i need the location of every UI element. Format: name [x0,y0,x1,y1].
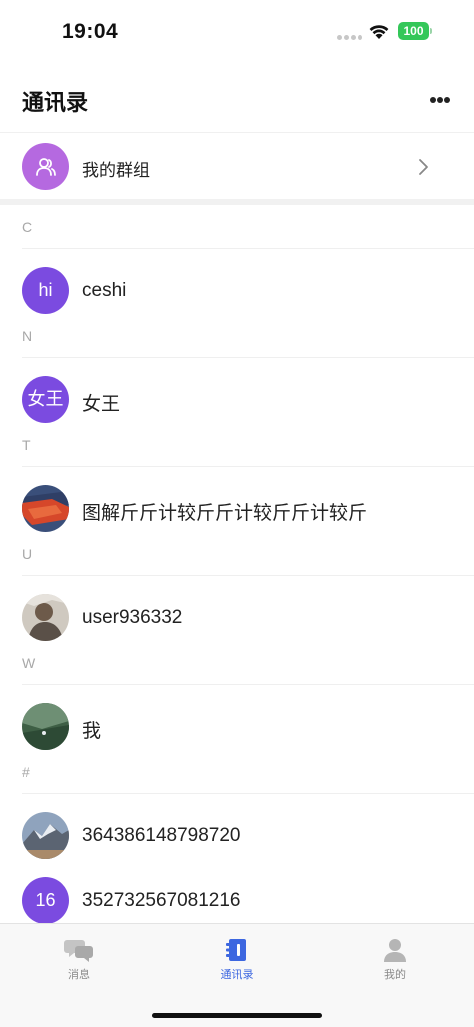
contact-row[interactable]: 图解斤斤计较斤斤计较斤斤计较斤 [0,476,474,542]
contact-row[interactable]: 我 [0,694,474,760]
contact-name: 364386148798720 [82,825,241,846]
section-letter-hash: # [22,764,30,780]
section-letter-t: T [22,437,31,453]
contact-name: user936332 [82,607,183,628]
avatar: hi [22,267,69,314]
header: 通讯录 [0,64,474,132]
tab-messages[interactable]: 消息 [0,924,158,994]
divider [22,357,474,358]
section-letter-u: U [22,546,33,562]
tab-me[interactable]: 我的 [316,924,474,994]
group-icon [22,143,69,190]
divider [22,684,474,685]
status-time: 19:04 [62,20,119,43]
avatar [22,812,69,859]
contact-name: ceshi [82,280,127,301]
cellular-signal-icon [337,35,362,41]
contact-name: 女王 [82,394,121,415]
chevron-right-icon [419,159,428,175]
contact-row[interactable]: hi ceshi [0,258,474,324]
tab-contacts[interactable]: 通讯录 [158,924,316,994]
contact-row[interactable]: 364386148798720 [0,803,474,869]
status-bar: 19:04 100 [0,0,474,64]
chat-bubbles-icon [64,940,93,962]
avatar [22,594,69,641]
contact-name: 352732567081216 [82,890,241,911]
avatar [22,485,69,532]
section-letter-w: W [22,655,36,671]
battery-icon: 100 [398,22,432,40]
section-separator [0,199,474,205]
my-groups-label: 我的群组 [82,161,150,180]
avatar [22,703,69,750]
more-horizontal-icon [430,97,436,103]
divider [22,466,474,467]
tab-label: 我的 [384,969,406,981]
my-groups-row[interactable]: 我的群组 [0,132,474,199]
contact-row[interactable]: user936332 [0,585,474,651]
page-title: 通讯录 [22,90,89,115]
section-letter-c: C [22,219,33,235]
divider [22,248,474,249]
avatar: 16 [22,877,69,924]
tab-bar: 消息 通讯录 我的 [0,923,474,1027]
home-indicator [152,1013,322,1018]
avatar: 女王 [22,376,69,423]
contacts-book-icon [226,939,246,961]
contact-name: 图解斤斤计较斤斤计较斤斤计较斤 [82,503,368,524]
more-button[interactable] [420,86,460,114]
section-letter-n: N [22,328,33,344]
contact-row[interactable]: 女王 女王 [0,367,474,433]
wifi-icon [369,25,389,39]
contact-name: 我 [82,721,102,742]
person-icon [384,939,406,962]
tab-label: 通讯录 [220,969,254,981]
battery-level: 100 [398,22,429,40]
divider [22,575,474,576]
tab-label: 消息 [68,969,90,981]
divider [22,793,474,794]
